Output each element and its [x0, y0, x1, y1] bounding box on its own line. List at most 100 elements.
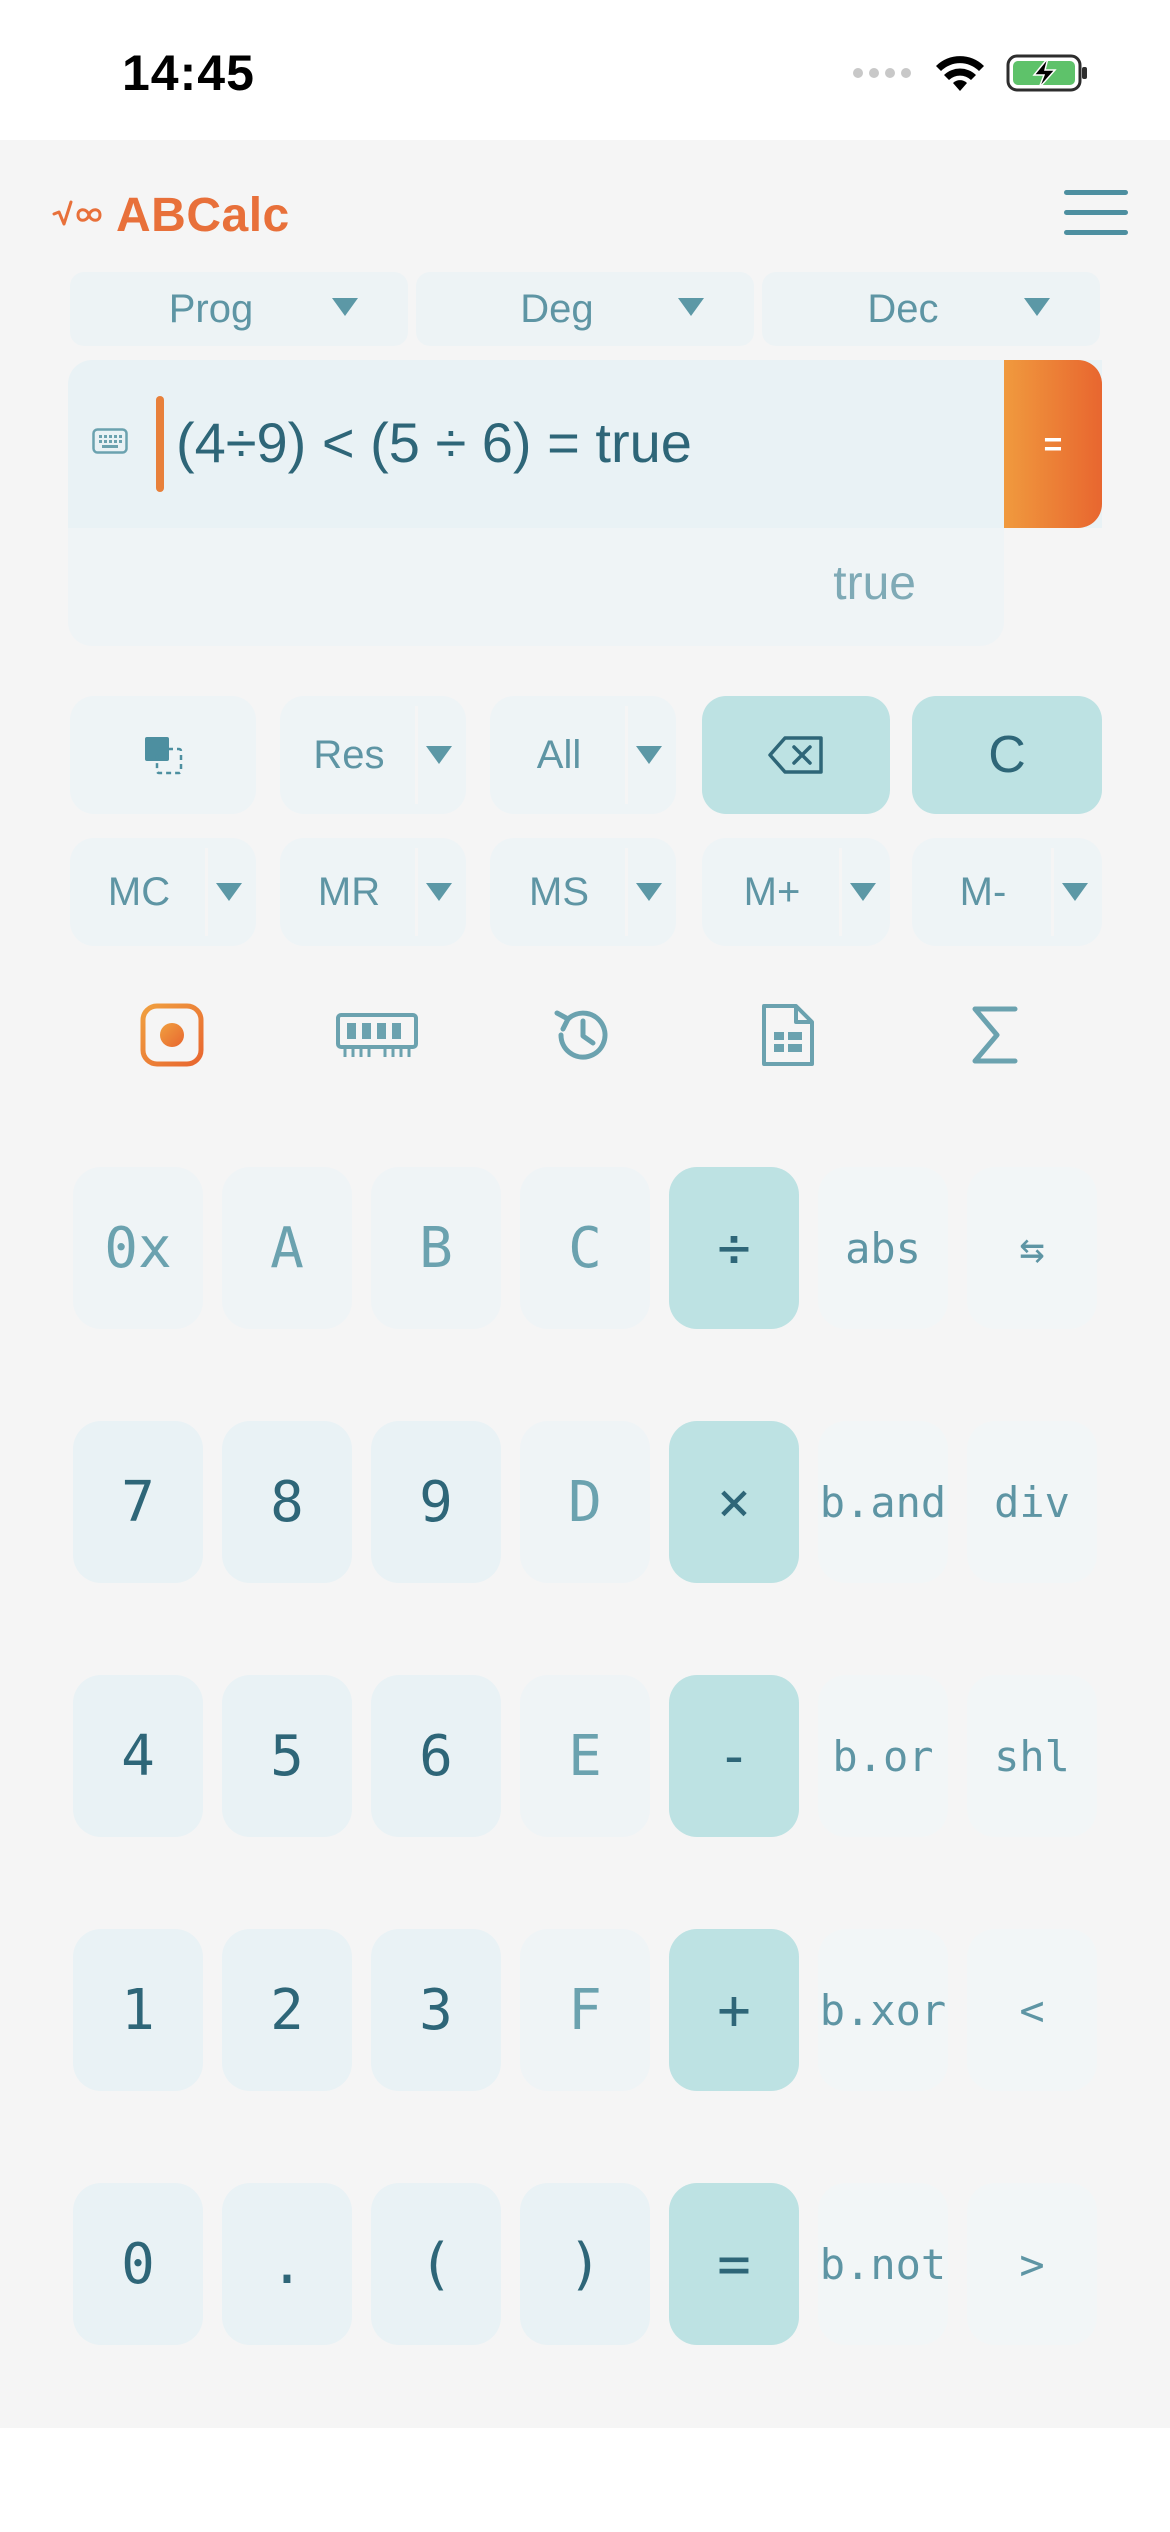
text-cursor [156, 396, 164, 492]
history-button[interactable] [538, 995, 628, 1075]
base-mode-label: Dec [867, 286, 939, 331]
evaluate-button[interactable]: = [1004, 360, 1102, 528]
key-row2-2[interactable]: 9 [371, 1421, 501, 1583]
record-button[interactable] [127, 995, 217, 1075]
key-row4-2[interactable]: 3 [371, 1929, 501, 2091]
sigma-icon [972, 1006, 1018, 1064]
backspace-button[interactable] [702, 696, 890, 814]
key-label: div [994, 1477, 1070, 1527]
key-label: 5 [270, 1723, 304, 1789]
key-row1-6[interactable]: ⇆ [967, 1167, 1097, 1329]
key-row3-6[interactable]: shl [967, 1675, 1097, 1837]
key-row4-3[interactable]: F [520, 1929, 650, 2091]
key-row4-4[interactable]: + [669, 1929, 799, 2091]
status-time: 14:45 [122, 45, 255, 101]
status-icons [852, 52, 1090, 99]
key-label: 0x [104, 1215, 172, 1281]
key-row4-5[interactable]: b.xor [818, 1929, 948, 2091]
key-row5-0[interactable]: 0 [73, 2183, 203, 2345]
key-row5-2[interactable]: ( [371, 2183, 501, 2345]
key-row2-1[interactable]: 8 [222, 1421, 352, 1583]
key-row2-0[interactable]: 7 [73, 1421, 203, 1583]
key-row1-5[interactable]: abs [818, 1167, 948, 1329]
key-label: × [717, 1469, 751, 1535]
key-row2-4[interactable]: × [669, 1421, 799, 1583]
spreadsheet-button[interactable] [743, 995, 833, 1075]
key-label: A [270, 1215, 304, 1281]
bottom-strip [0, 2428, 1170, 2532]
key-label: 3 [419, 1977, 453, 2043]
key-row4-6[interactable]: < [967, 1929, 1097, 2091]
chevron-down-icon [636, 883, 662, 901]
key-label: 0 [121, 2231, 155, 2297]
key-label: F [568, 1977, 602, 2043]
key-row4-1[interactable]: 2 [222, 1929, 352, 2091]
key-label: - [717, 1723, 751, 1789]
key-row5-6[interactable]: > [967, 2183, 1097, 2345]
clear-label: C [988, 726, 1026, 784]
angle-mode-select[interactable]: Deg [416, 272, 754, 346]
chevron-down-icon [426, 746, 452, 764]
key-row3-3[interactable]: E [520, 1675, 650, 1837]
key-row3-0[interactable]: 4 [73, 1675, 203, 1837]
all-label: All [536, 732, 582, 777]
key-label: 6 [419, 1723, 453, 1789]
sum-button[interactable] [950, 995, 1040, 1075]
key-label: ( [419, 2231, 453, 2297]
memory-subtract-button[interactable]: M- [912, 838, 1102, 946]
key-row5-1[interactable]: . [222, 2183, 352, 2345]
app-title: ABCalc [116, 189, 290, 242]
record-icon [140, 1003, 204, 1067]
res-label: Res [313, 732, 385, 777]
key-row1-1[interactable]: A [222, 1167, 352, 1329]
hamburger-menu-icon [1064, 190, 1128, 235]
backspace-icon [768, 736, 823, 774]
memory-clear-button[interactable]: MC [70, 838, 256, 946]
copy-selection-icon [145, 737, 183, 775]
copy-result-button[interactable] [70, 696, 256, 814]
clear-button[interactable]: C [912, 696, 1102, 814]
key-label: + [717, 1977, 751, 2043]
wifi-icon [934, 53, 986, 98]
hamburger-menu-button[interactable] [1062, 188, 1130, 238]
key-row1-4[interactable]: ÷ [669, 1167, 799, 1329]
memory-add-button[interactable]: M+ [702, 838, 890, 946]
key-label: E [568, 1723, 602, 1789]
chevron-down-icon [426, 883, 452, 901]
key-row5-3[interactable]: ) [520, 2183, 650, 2345]
result-text: true [833, 557, 916, 610]
key-label: B [419, 1215, 453, 1281]
keyboard-icon[interactable] [92, 428, 128, 459]
key-row3-1[interactable]: 5 [222, 1675, 352, 1837]
memory-recall-button[interactable]: MR [280, 838, 466, 946]
evaluate-label: = [1043, 425, 1063, 462]
base-mode-select[interactable]: Dec [762, 272, 1100, 346]
program-mode-label: Prog [168, 286, 254, 331]
key-row5-5[interactable]: b.not [818, 2183, 948, 2345]
calculator-app: ABCalc Prog Deg Dec (4÷9) < (5 ÷ 6) = tr… [0, 140, 1170, 2428]
key-row4-0[interactable]: 1 [73, 1929, 203, 2091]
key-row3-4[interactable]: - [669, 1675, 799, 1837]
key-row1-0[interactable]: 0x [73, 1167, 203, 1329]
memory-store-button[interactable]: MS [490, 838, 676, 946]
key-row1-3[interactable]: C [520, 1167, 650, 1329]
key-row3-5[interactable]: b.or [818, 1675, 948, 1837]
key-label: 1 [121, 1977, 155, 2043]
sqrt-infinity-logo-icon [52, 198, 102, 233]
key-row2-5[interactable]: b.and [818, 1421, 948, 1583]
all-select-button[interactable]: All [490, 696, 676, 814]
chevron-down-icon [1024, 298, 1050, 316]
chevron-down-icon [636, 746, 662, 764]
key-label: C [568, 1215, 602, 1281]
expression-input[interactable]: (4÷9) < (5 ÷ 6) = true [68, 360, 1102, 528]
program-mode-select[interactable]: Prog [70, 272, 408, 346]
res-select-button[interactable]: Res [280, 696, 466, 814]
key-row2-6[interactable]: div [967, 1421, 1097, 1583]
key-row2-3[interactable]: D [520, 1421, 650, 1583]
key-row3-2[interactable]: 6 [371, 1675, 501, 1837]
app-brand: ABCalc [52, 188, 290, 243]
key-row1-2[interactable]: B [371, 1167, 501, 1329]
key-row5-4[interactable]: = [669, 2183, 799, 2345]
chevron-down-icon [850, 883, 876, 901]
memory-view-button[interactable] [332, 995, 422, 1075]
